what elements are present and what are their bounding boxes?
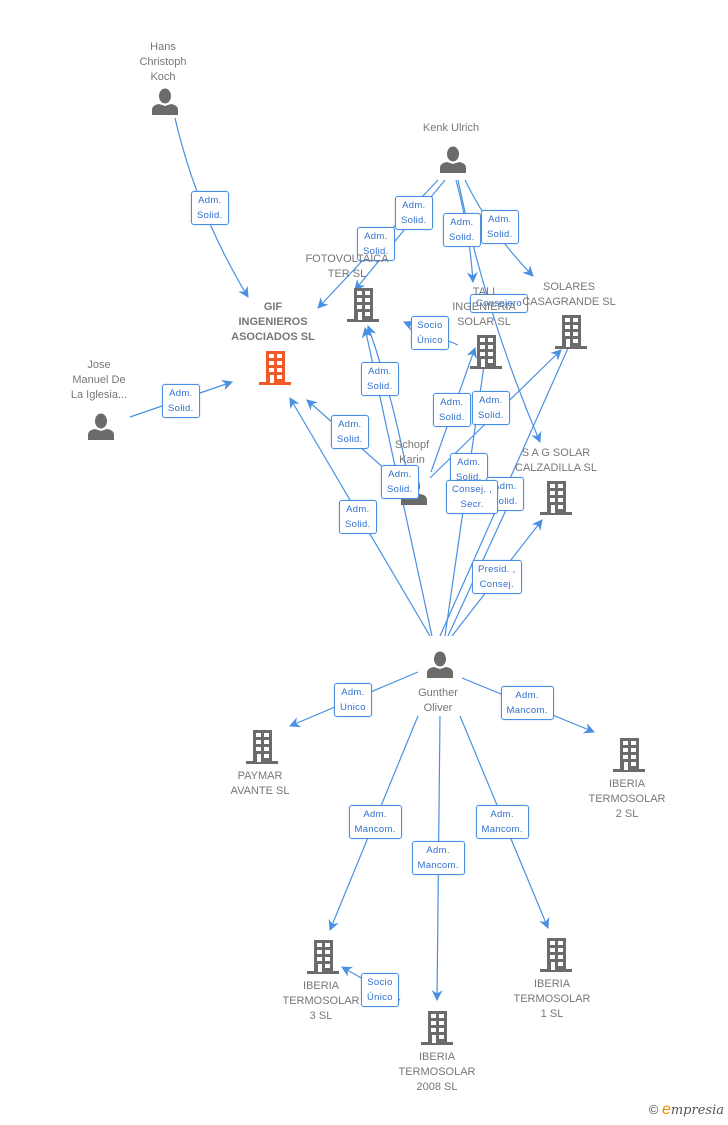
relationship-label[interactable]: Adm. Solid. bbox=[472, 391, 510, 425]
building-icon[interactable] bbox=[347, 288, 379, 322]
relationship-label[interactable]: Adm. Mancom. bbox=[475, 805, 529, 839]
company-name[interactable]: IBERIA TERMOSOLAR 2008 SL bbox=[398, 1050, 475, 1095]
relationship-label[interactable]: Adm. Mancom. bbox=[411, 841, 465, 875]
building-icon[interactable] bbox=[421, 1011, 453, 1045]
relationship-label[interactable]: Adm. Solid. bbox=[162, 384, 200, 418]
relationship-label[interactable]: Adm. Solid. bbox=[361, 362, 399, 396]
relationship-label[interactable]: Adm. Solid. bbox=[481, 210, 519, 244]
company-name[interactable]: IBERIA TERMOSOLAR 2 SL bbox=[588, 777, 665, 822]
person-icon[interactable] bbox=[152, 88, 178, 116]
building-icon[interactable] bbox=[307, 940, 339, 974]
company-name[interactable]: SOLARES CASAGRANDE SL bbox=[522, 280, 616, 310]
relationship-graph bbox=[88, 88, 645, 1045]
relationship-label[interactable]: Adm. Solid. bbox=[191, 191, 229, 225]
company-name[interactable]: TALI INGENIERIA SOLAR SL bbox=[452, 285, 516, 330]
person-icon[interactable] bbox=[440, 146, 466, 174]
relationship-label[interactable]: Adm. Solid. bbox=[433, 393, 471, 427]
person-name[interactable]: Schopf Karin bbox=[395, 438, 429, 468]
building-icon[interactable] bbox=[555, 315, 587, 349]
relationship-label[interactable]: Adm. Solid. bbox=[443, 213, 481, 247]
building-icon[interactable] bbox=[613, 738, 645, 772]
relationship-label[interactable]: Adm. Solid. bbox=[331, 415, 369, 449]
relationship-label[interactable]: Socio Único bbox=[361, 973, 399, 1007]
brand-name: mpresia bbox=[670, 1103, 724, 1118]
relationship-label[interactable]: Adm. Solid. bbox=[339, 500, 377, 534]
company-name[interactable]: IBERIA TERMOSOLAR 1 SL bbox=[513, 977, 590, 1022]
relationship-label[interactable]: Adm. Mancom. bbox=[500, 686, 554, 720]
footer-brand[interactable]: © empresia bbox=[649, 1101, 724, 1119]
building-icon[interactable] bbox=[246, 730, 278, 764]
relationship-label[interactable]: Socio Único bbox=[411, 316, 449, 350]
relationship-label[interactable]: Adm. Mancom. bbox=[348, 805, 402, 839]
person-name[interactable]: Kenk Ulrich bbox=[423, 121, 479, 136]
company-name[interactable]: FOTOVOLTAICA TER SL bbox=[305, 252, 388, 282]
person-icon[interactable] bbox=[88, 413, 114, 441]
person-icon[interactable] bbox=[427, 651, 453, 679]
relationship-label[interactable]: Consej. , Secr. bbox=[446, 480, 499, 514]
company-name[interactable]: IBERIA TERMOSOLAR 3 SL bbox=[282, 979, 359, 1024]
relationship-label[interactable]: Presid. , Consej. bbox=[472, 560, 522, 594]
company-name[interactable]: S A G SOLAR CALZADILLA SL bbox=[515, 446, 597, 476]
relationship-label[interactable]: Adm. Unico bbox=[334, 683, 372, 717]
person-name[interactable]: Hans Christoph Koch bbox=[139, 40, 186, 85]
company-name[interactable]: PAYMAR AVANTE SL bbox=[231, 769, 290, 799]
person-name[interactable]: Gunther Oliver bbox=[418, 686, 458, 716]
building-icon[interactable] bbox=[540, 938, 572, 972]
company-name[interactable]: GIF INGENIEROS ASOCIADOS SL bbox=[231, 300, 315, 345]
copyright-symbol: © bbox=[648, 1102, 659, 1117]
brand-logo-initial: e bbox=[661, 1101, 671, 1118]
building-icon[interactable] bbox=[540, 481, 572, 515]
building-icon[interactable] bbox=[470, 335, 502, 369]
person-name[interactable]: Jose Manuel De La Iglesia... bbox=[71, 358, 127, 403]
relationship-label[interactable]: Adm. Solid. bbox=[381, 465, 419, 499]
building-icon[interactable] bbox=[259, 351, 291, 385]
relationship-label[interactable]: Adm. Solid. bbox=[395, 196, 433, 230]
